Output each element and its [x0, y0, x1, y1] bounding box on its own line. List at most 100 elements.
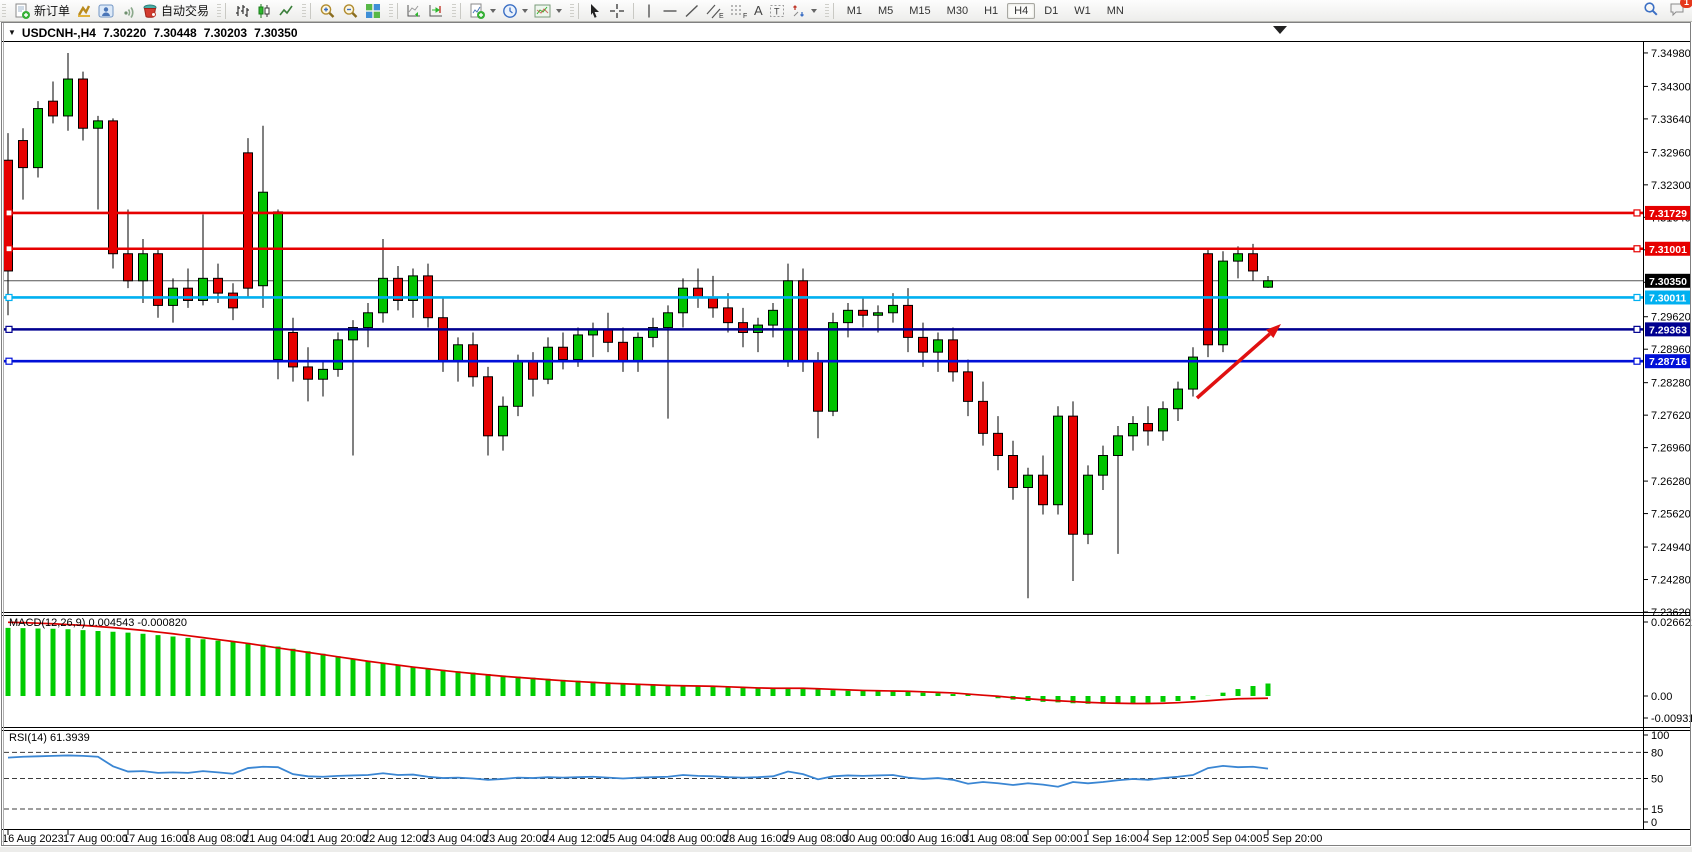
fibonacci-button[interactable]: F	[727, 2, 751, 20]
trendline-button[interactable]	[681, 2, 703, 20]
arrows-dropdown-caret[interactable]	[811, 9, 817, 16]
svg-text:24 Aug 12:00: 24 Aug 12:00	[543, 833, 608, 845]
chat-button[interactable]: 1	[1669, 1, 1686, 20]
toolbar-separator	[225, 3, 226, 19]
horizontal-line-icon	[662, 3, 678, 19]
text-button[interactable]: A	[751, 2, 766, 19]
hline-handle[interactable]	[6, 246, 12, 252]
timeframe-button-m1[interactable]: M1	[840, 3, 869, 19]
profiles-button[interactable]	[95, 2, 117, 20]
periods-button[interactable]	[499, 2, 531, 20]
profiles-icon	[98, 3, 114, 19]
toolbar-grip[interactable]	[302, 4, 306, 18]
timeframe-button-w1[interactable]: W1	[1067, 3, 1098, 19]
channel-button[interactable]: E	[703, 2, 727, 20]
svg-text:15: 15	[1651, 804, 1663, 816]
candlestick-chart-button[interactable]	[253, 2, 275, 20]
ohlc-high: 7.30448	[153, 26, 196, 40]
auto-scroll-button[interactable]	[403, 2, 425, 20]
timeframe-button-m30[interactable]: M30	[940, 3, 975, 19]
line-chart-button[interactable]	[275, 2, 297, 20]
chart-shift-button[interactable]	[425, 2, 447, 20]
line-chart-icon	[278, 3, 294, 19]
timeframe-button-h1[interactable]: H1	[977, 3, 1005, 19]
arrows-button[interactable]	[788, 2, 820, 20]
crosshair-button[interactable]	[606, 2, 628, 20]
rsi-line	[8, 755, 1268, 786]
rsi-label: RSI(14) 61.3939	[9, 732, 90, 744]
hline-handle[interactable]	[6, 210, 12, 216]
svg-text:E: E	[719, 13, 724, 19]
hline-handle[interactable]	[1634, 246, 1640, 252]
svg-text:50: 50	[1651, 774, 1663, 786]
bar-chart-button[interactable]	[231, 2, 253, 20]
svg-text:100: 100	[1651, 730, 1669, 742]
svg-text:7.26280: 7.26280	[1651, 476, 1691, 488]
toolbar-grip[interactable]	[2, 4, 6, 18]
svg-text:F: F	[743, 13, 747, 19]
horizontal-line-button[interactable]	[659, 2, 681, 20]
label-button[interactable]: T	[766, 2, 788, 20]
svg-text:0: 0	[1651, 817, 1657, 829]
timeframe-button-m5[interactable]: M5	[871, 3, 900, 19]
search-icon	[1643, 1, 1659, 17]
zoom-out-button[interactable]	[339, 2, 362, 20]
svg-text:7.29620: 7.29620	[1651, 312, 1691, 324]
toolbar-grip[interactable]	[570, 4, 574, 18]
svg-text:7.26960: 7.26960	[1651, 443, 1691, 455]
svg-text:30 Aug 16:00: 30 Aug 16:00	[903, 833, 968, 845]
new-chart-icon	[76, 3, 92, 19]
chart-menu-arrow[interactable]: ▼	[8, 28, 16, 37]
toolbar-separator	[310, 3, 311, 19]
signals-icon	[120, 3, 136, 19]
vertical-line-button[interactable]	[639, 2, 659, 20]
toolbar-grip[interactable]	[389, 4, 393, 18]
indicators-button[interactable]	[466, 2, 499, 20]
indicators-dropdown-caret[interactable]	[490, 9, 496, 16]
hline-handle[interactable]	[6, 358, 12, 364]
chart-shift-marker[interactable]	[1273, 26, 1287, 34]
toolbar-grip[interactable]	[452, 4, 456, 18]
tile-windows-button[interactable]	[362, 2, 384, 20]
hline-handle[interactable]	[1634, 358, 1640, 364]
toolbar-grip[interactable]	[825, 4, 829, 18]
cursor-button[interactable]	[584, 2, 606, 20]
periods-dropdown-caret[interactable]	[522, 9, 528, 16]
macd-label: MACD(12,26,9) 0.004543 -0.000820	[9, 617, 187, 629]
svg-text:0.00: 0.00	[1651, 691, 1672, 703]
zoom-in-button[interactable]	[316, 2, 339, 20]
svg-text:7.33640: 7.33640	[1651, 114, 1691, 126]
svg-text:7.32300: 7.32300	[1651, 180, 1691, 192]
templates-dropdown-caret[interactable]	[556, 9, 562, 16]
hline-handle[interactable]	[1634, 210, 1640, 216]
crosshair-icon	[609, 3, 625, 19]
chart-canvas[interactable]: 7.349807.343007.336407.329607.323007.316…	[0, 0, 1692, 852]
templates-button[interactable]	[531, 2, 565, 20]
hline-handle[interactable]	[6, 326, 12, 332]
new-order-button[interactable]: 新订单	[11, 1, 73, 20]
timeframe-group: M1 M5 M15 M30 H1 H4 D1 W1 MN	[836, 0, 1135, 21]
hline-handle[interactable]	[1634, 326, 1640, 332]
svg-text:17 Aug 00:00: 17 Aug 00:00	[63, 833, 128, 845]
search-button[interactable]	[1643, 1, 1659, 20]
horizontal-scrollbar[interactable]	[0, 847, 1692, 852]
timeframe-button-d1[interactable]: D1	[1037, 3, 1065, 19]
toolbar-grip[interactable]	[217, 4, 221, 18]
svg-text:18 Aug 08:00: 18 Aug 08:00	[183, 833, 248, 845]
svg-text:4 Sep 12:00: 4 Sep 12:00	[1143, 833, 1202, 845]
candles-layer	[4, 53, 1644, 598]
hline-handle[interactable]	[6, 294, 12, 300]
hline-handle[interactable]	[1634, 294, 1640, 300]
timeframe-button-h4[interactable]: H4	[1007, 3, 1035, 19]
new-chart-button[interactable]	[73, 2, 95, 20]
svg-text:25 Aug 04:00: 25 Aug 04:00	[603, 833, 668, 845]
signals-button[interactable]	[117, 2, 139, 20]
text-icon: A	[754, 3, 763, 18]
autotrading-button[interactable]: 自动交易	[139, 1, 212, 20]
timeframe-button-m15[interactable]: M15	[902, 3, 937, 19]
price-axis: 7.349807.343007.336407.329607.323007.316…	[1643, 48, 1692, 829]
timeframe-button-mn[interactable]: MN	[1100, 3, 1131, 19]
main-toolbar: 新订单 自动交易	[0, 0, 1692, 22]
indicators-icon	[469, 3, 486, 19]
bar-chart-icon	[234, 3, 250, 19]
